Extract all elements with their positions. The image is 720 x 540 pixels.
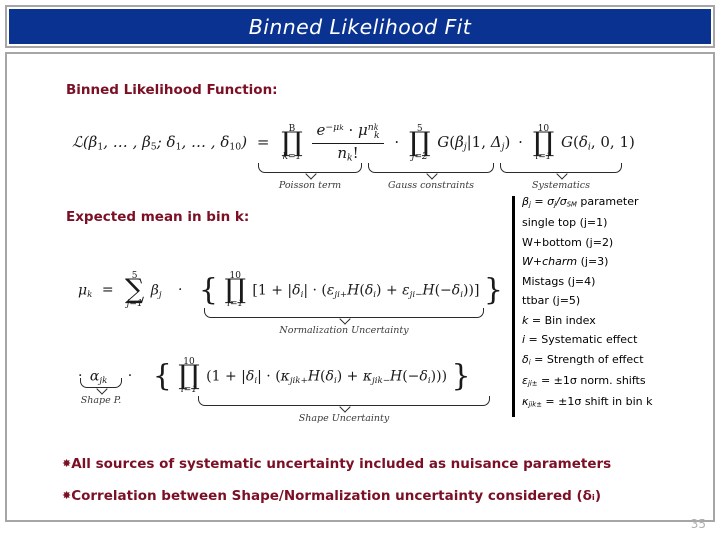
heading-expected-mean: Expected mean in bin k: [66, 209, 250, 225]
brace-normalization-uncertainty: Normalization Uncertainty [204, 308, 484, 336]
legend-item-strength-of-effect: δi = Strength of effect [522, 352, 644, 367]
brace-shape-icon [204, 308, 484, 318]
legend-item-ttbar: ttbar (j=5) [522, 294, 581, 308]
legend-item-epsilon-norm-shifts: εji± = ±1σ norm. shifts [522, 373, 646, 388]
slide-root: Binned Likelihood Fit Binned Likelihood … [0, 0, 720, 540]
brace-shape-uncertainty: Shape Uncertainty [198, 396, 490, 424]
legend-item-w-bottom: W+bottom (j=2) [522, 235, 614, 249]
brace-shape-icon [80, 378, 122, 388]
star-bullet-icon: ✸ [62, 457, 72, 470]
product-normalization: 10 ∏ i=1 [224, 271, 246, 309]
star-bullet-icon: ✸ [62, 489, 72, 502]
brace-poisson-term: Poisson term [258, 163, 362, 191]
legend-item-beta: βj = σj/σSM parameter [522, 195, 639, 209]
poisson-fraction: e−μk · μnkk nk! [312, 121, 384, 164]
legend-item-single-top: single top (j=1) [522, 216, 608, 230]
brace-shape-icon [258, 163, 362, 173]
product-systematics: 10 ∏ i=1 [532, 123, 555, 162]
bullet-item-1: ✸All sources of systematic uncertainty i… [62, 456, 611, 472]
equation-expected-mean: μk = 5 ∑ j=1 βj · { 10 ∏ i=1 [1 + |δi| ·… [78, 271, 503, 309]
brace-shape-p: Shape P. [80, 378, 122, 406]
bullet-text-1: All sources of systematic uncertainty in… [71, 456, 612, 472]
legend-list: βj = σj/σSM parameter single top (j=1) W… [512, 196, 712, 417]
title-banner: Binned Likelihood Fit [9, 9, 711, 44]
legend-item-mistags: Mistags (j=4) [522, 274, 596, 288]
bullet-item-2: ✸Correlation between Shape/Normalization… [62, 488, 601, 504]
equation-shape: · αjk · { 10 ∏ i=1 (1 + |δi| · (κjik+H(δ… [78, 357, 471, 395]
heading-binned-likelihood-function: Binned Likelihood Function: [66, 82, 278, 98]
page-number: 35 [690, 517, 706, 531]
brace-systematics: Systematics [500, 163, 622, 191]
sum-over-processes: 5 ∑ j=1 [125, 271, 145, 309]
brace-shape-icon [368, 163, 494, 173]
bullet-text-2: Correlation between Shape/Normalization … [71, 488, 602, 504]
page-title: Binned Likelihood Fit [248, 14, 472, 39]
legend-item-kappa-bin-shift: κjik± = ±1σ shift in bin k [522, 394, 653, 409]
legend-item-systematic-effect: i = Systematic effect [522, 333, 638, 347]
product-poisson: B ∏ k=1 [281, 123, 303, 162]
brace-shape-icon [198, 396, 490, 406]
title-banner-frame: Binned Likelihood Fit [5, 5, 715, 48]
product-gauss: 5 ∏ j=2 [408, 123, 431, 162]
legend-item-w-charm: W+charm (j=3) [522, 255, 609, 269]
brace-gauss-constraints: Gauss constraints [368, 163, 494, 191]
product-shape: 10 ∏ i=1 [178, 357, 200, 395]
brace-shape-icon [500, 163, 622, 173]
legend-item-bin-index: k = Bin index [522, 313, 596, 327]
equation-likelihood: ℒ(β1, … , β5; δ1, … , δ10) = B ∏ k=1 e−μ… [72, 121, 635, 164]
